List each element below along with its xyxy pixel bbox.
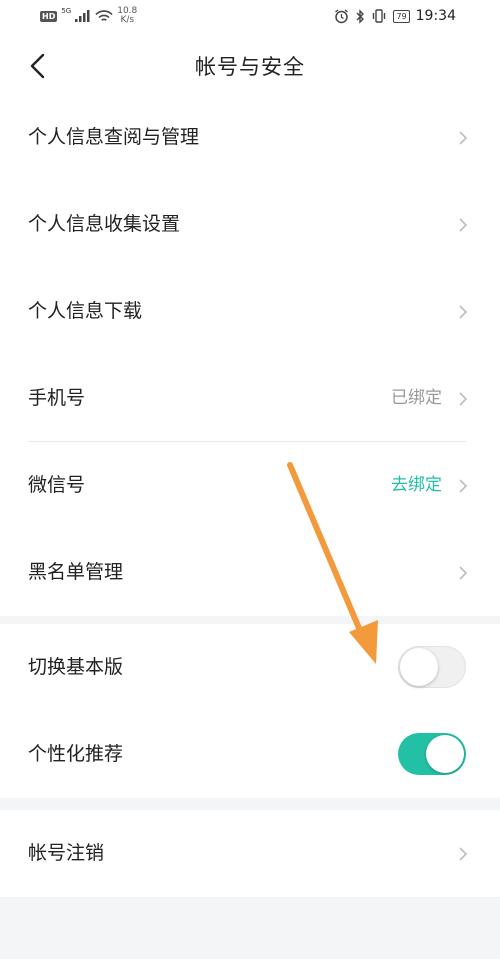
item-label: 个性化推荐 bbox=[28, 743, 124, 765]
status-time: 19:34 bbox=[415, 8, 456, 24]
personalized-recommend-toggle[interactable] bbox=[398, 733, 466, 775]
chevron-right-icon bbox=[459, 131, 468, 145]
basic-mode-toggle[interactable] bbox=[398, 646, 466, 688]
item-label: 微信号 bbox=[28, 474, 86, 496]
header: 帐号与安全 bbox=[0, 34, 500, 94]
preference-group: 切换基本版 个性化推荐 bbox=[0, 624, 500, 798]
phone-bind-status: 已绑定 bbox=[391, 388, 442, 408]
net-speed: 10.8 K/s bbox=[117, 7, 137, 25]
account-cancel-group: 帐号注销 bbox=[0, 810, 500, 897]
account-settings-group: 个人信息查阅与管理 个人信息收集设置 个人信息下载 手机号 已绑定 微信号 去绑… bbox=[0, 94, 500, 616]
page-title: 帐号与安全 bbox=[195, 55, 305, 79]
item-label: 个人信息查阅与管理 bbox=[28, 126, 200, 148]
item-label: 帐号注销 bbox=[28, 842, 105, 864]
vibrate-icon bbox=[373, 9, 386, 23]
status-right: 79 19:34 bbox=[334, 8, 456, 24]
item-label: 手机号 bbox=[28, 387, 86, 409]
battery-indicator: 79 bbox=[393, 9, 410, 23]
alarm-icon bbox=[335, 8, 349, 23]
blacklist-item[interactable]: 黑名单管理 bbox=[0, 529, 500, 616]
chevron-right-icon bbox=[459, 392, 468, 406]
chevron-right-icon bbox=[459, 566, 468, 580]
toggle-knob bbox=[426, 735, 464, 773]
item-label: 个人信息下载 bbox=[28, 300, 143, 322]
5g-label: 5G bbox=[61, 7, 72, 15]
chevron-right-icon bbox=[459, 847, 468, 861]
status-left: HD 5G 10.8 K/s bbox=[40, 7, 137, 25]
wechat-item[interactable]: 微信号 去绑定 bbox=[0, 442, 500, 529]
wechat-bind-link[interactable]: 去绑定 bbox=[391, 442, 442, 529]
chevron-right-icon bbox=[459, 305, 468, 319]
chevron-right-icon bbox=[459, 479, 468, 493]
item-label: 切换基本版 bbox=[28, 656, 124, 678]
chevron-right-icon bbox=[459, 218, 468, 232]
account-cancel-item[interactable]: 帐号注销 bbox=[0, 810, 500, 897]
wifi-icon bbox=[95, 9, 113, 21]
bluetooth-icon bbox=[356, 8, 365, 24]
personalized-recommend-item: 个性化推荐 bbox=[0, 711, 500, 798]
net-speed-unit: K/s bbox=[120, 15, 135, 25]
personal-info-manage-item[interactable]: 个人信息查阅与管理 bbox=[0, 94, 500, 181]
toggle-knob bbox=[400, 647, 438, 686]
personal-info-download-item[interactable]: 个人信息下载 bbox=[0, 268, 500, 355]
item-label: 黑名单管理 bbox=[28, 561, 124, 583]
basic-mode-item: 切换基本版 bbox=[0, 624, 500, 711]
phone-number-item[interactable]: 手机号 已绑定 bbox=[0, 355, 500, 442]
status-bar: HD 5G 10.8 K/s 79 19:34 bbox=[0, 0, 500, 34]
personal-info-collect-item[interactable]: 个人信息收集设置 bbox=[0, 181, 500, 268]
item-label: 个人信息收集设置 bbox=[28, 213, 181, 235]
hd-badge: HD bbox=[40, 10, 58, 22]
cell-signal-icon bbox=[75, 10, 90, 22]
